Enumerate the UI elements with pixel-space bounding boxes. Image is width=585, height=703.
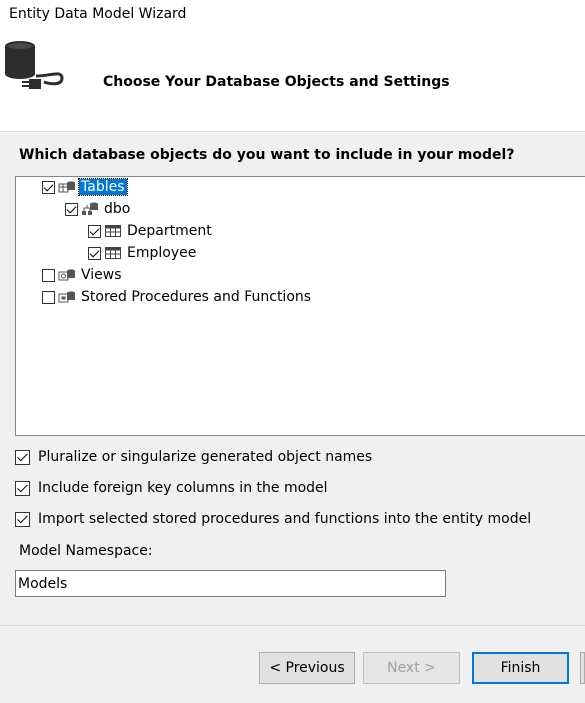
views-folder-icon <box>58 269 75 281</box>
tables-folder-icon <box>58 181 75 193</box>
tree-label-views: Views <box>81 267 122 283</box>
tree-item-views[interactable]: Views <box>42 265 124 285</box>
tree-item-stored-procedures[interactable]: Stored Procedures and Functions <box>42 287 313 307</box>
wizard-banner: Choose Your Database Objects and Setting… <box>0 34 585 132</box>
database-connection-icon <box>5 41 64 89</box>
tree-item-department[interactable]: Department <box>88 221 214 241</box>
tree-label-department: Department <box>127 223 212 239</box>
tree-label-employee: Employee <box>127 245 197 261</box>
tree-item-dbo[interactable]: dbo <box>65 199 132 219</box>
window-title: Entity Data Model Wizard <box>9 6 187 22</box>
finish-button[interactable]: Finish <box>472 652 569 684</box>
import-procedures-checkbox[interactable] <box>15 511 30 527</box>
table-icon <box>105 247 121 259</box>
pluralize-checkbox[interactable] <box>15 449 30 465</box>
database-objects-tree[interactable]: Tables dbo Department Employee Views Sto… <box>15 176 585 436</box>
page-heading: Choose Your Database Objects and Setting… <box>103 74 450 90</box>
tree-item-employee[interactable]: Employee <box>88 243 198 263</box>
department-checkbox[interactable] <box>88 224 101 238</box>
foreign-key-label: Include foreign key columns in the model <box>38 480 328 496</box>
model-namespace-label: Model Namespace: <box>19 543 153 559</box>
objects-question: Which database objects do you want to in… <box>19 147 515 163</box>
cancel-button-partial[interactable] <box>580 652 585 684</box>
tree-label-stored-procedures: Stored Procedures and Functions <box>81 289 312 305</box>
table-icon <box>105 225 121 237</box>
tree-item-tables[interactable]: Tables <box>42 177 128 197</box>
procedures-folder-icon <box>58 291 75 303</box>
title-bar: Entity Data Model Wizard <box>0 0 585 34</box>
model-namespace-input[interactable] <box>15 570 446 597</box>
dbo-checkbox[interactable] <box>65 202 78 216</box>
footer-divider <box>0 625 585 626</box>
pluralize-option[interactable]: Pluralize or singularize generated objec… <box>15 447 372 467</box>
employee-checkbox[interactable] <box>88 246 101 260</box>
tables-checkbox[interactable] <box>42 180 55 194</box>
pluralize-label: Pluralize or singularize generated objec… <box>38 449 373 465</box>
next-button[interactable]: Next > <box>363 652 460 684</box>
import-procedures-option[interactable]: Import selected stored procedures and fu… <box>15 509 531 529</box>
foreign-key-option[interactable]: Include foreign key columns in the model <box>15 478 328 498</box>
schema-icon <box>82 202 98 215</box>
import-procedures-label: Import selected stored procedures and fu… <box>38 511 532 527</box>
stored-procedures-checkbox[interactable] <box>42 290 55 304</box>
tree-label-dbo: dbo <box>104 201 131 217</box>
tree-label-tables: Tables <box>78 178 128 196</box>
foreign-key-checkbox[interactable] <box>15 480 30 496</box>
previous-button[interactable]: < Previous <box>259 652 355 684</box>
views-checkbox[interactable] <box>42 268 55 282</box>
